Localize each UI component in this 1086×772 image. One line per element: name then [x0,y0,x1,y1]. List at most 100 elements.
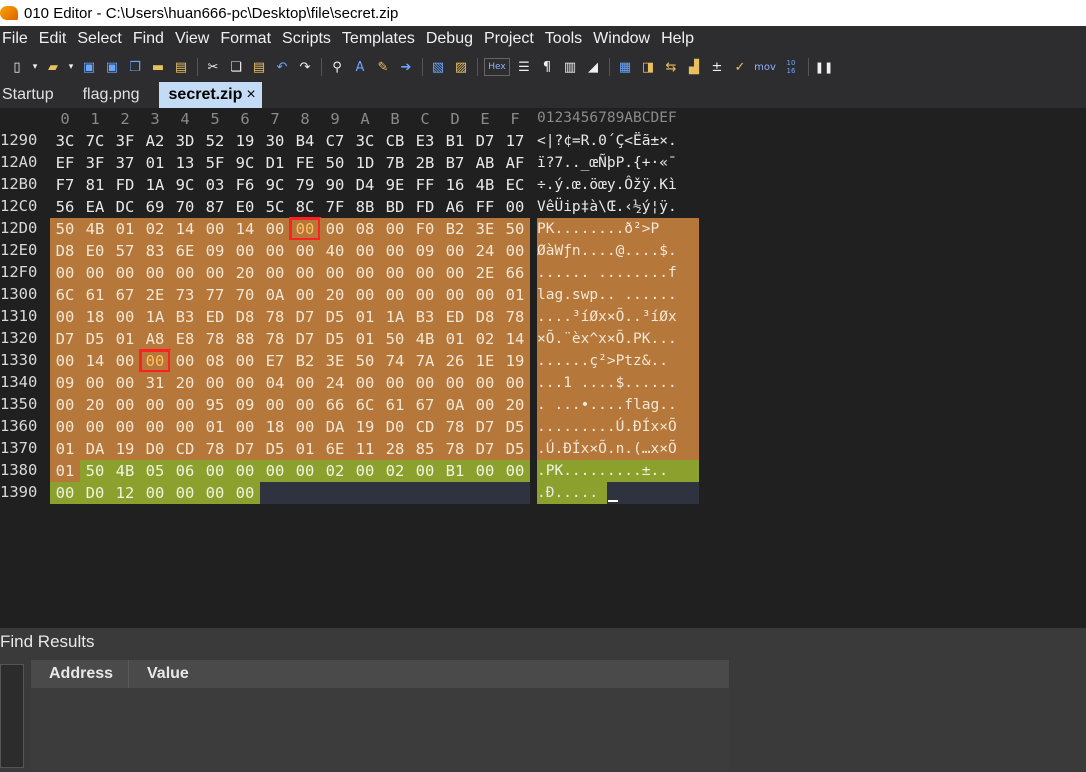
hex-byte[interactable]: D5 [320,306,350,328]
hex-byte[interactable]: 00 [320,262,350,284]
hex-byte[interactable]: 00 [50,350,80,372]
pause-icon[interactable]: ❚❚ [815,58,833,76]
hex-mode-icon[interactable]: Hex [484,58,510,76]
hex-byte[interactable]: E0 [230,196,260,218]
hex-byte[interactable]: D7 [230,438,260,460]
hex-byte[interactable]: 87 [200,196,230,218]
hex-byte[interactable]: 04 [260,372,290,394]
checksum-icon[interactable]: ± [708,58,726,76]
hex-byte[interactable]: 19 [110,438,140,460]
hex-byte[interactable]: 67 [110,284,140,306]
ascii-text[interactable]: ØàWƒn....@....$. [537,240,699,262]
hex-byte[interactable]: 19 [500,350,530,372]
hex-byte[interactable]: 08 [350,218,380,240]
ascii-text[interactable]: . ...•....flag.. [537,394,699,416]
hex-byte[interactable]: D7 [290,328,320,350]
base-convert-icon[interactable]: 10 16 [781,58,801,76]
hex-byte[interactable]: 56 [50,196,80,218]
hex-byte[interactable]: D7 [50,328,80,350]
hex-byte[interactable]: 00 [110,262,140,284]
goto-icon[interactable]: ➔ [397,58,415,76]
hex-byte[interactable]: 83 [140,240,170,262]
hex-byte[interactable]: 14 [80,350,110,372]
hex-byte[interactable]: 7C [80,130,110,152]
menu-window[interactable]: Window [591,30,657,48]
highlight-icon[interactable]: ◢ [584,58,602,76]
hex-byte[interactable]: 4B [410,328,440,350]
hex-byte[interactable]: 50 [380,328,410,350]
hex-byte[interactable]: 00 [290,394,320,416]
hex-byte[interactable]: 13 [170,152,200,174]
hex-byte[interactable]: ED [200,306,230,328]
hex-byte[interactable]: 01 [350,328,380,350]
hex-byte[interactable]: 00 [50,416,80,438]
hex-byte[interactable] [500,482,530,504]
hex-byte[interactable]: 1A [140,306,170,328]
hex-byte[interactable]: D5 [500,438,530,460]
menu-help[interactable]: Help [659,30,701,48]
menu-format[interactable]: Format [218,30,278,48]
new-file-icon[interactable]: ▯ [8,58,26,76]
hex-byte[interactable]: 00 [110,394,140,416]
hex-byte[interactable]: 00 [290,416,320,438]
menu-edit[interactable]: Edit [37,30,74,48]
hex-byte[interactable]: 00 [290,460,320,482]
hex-byte[interactable]: 8C [290,196,320,218]
swap-icon[interactable]: ⇆ [662,58,680,76]
hex-byte[interactable]: 90 [320,174,350,196]
hex-byte[interactable]: D1 [260,152,290,174]
ascii-text[interactable]: ...... ........f [537,262,699,284]
hex-byte[interactable]: 00 [380,240,410,262]
tab-secret-zip[interactable]: secret.zip × [158,82,262,108]
menu-file[interactable]: File [0,30,35,48]
hex-byte[interactable]: 00 [200,262,230,284]
hex-byte[interactable]: 14 [230,218,260,240]
hex-byte[interactable]: F6 [230,174,260,196]
hex-byte[interactable]: D5 [260,438,290,460]
hex-byte[interactable]: 18 [80,306,110,328]
hex-byte[interactable]: FF [470,196,500,218]
hex-byte[interactable]: 00 [350,262,380,284]
hex-byte[interactable]: 00 [350,240,380,262]
hex-byte[interactable]: 00 [470,372,500,394]
hex-byte[interactable]: 01 [110,218,140,240]
hex-byte[interactable]: 1A [380,306,410,328]
hex-byte[interactable]: 0A [260,284,290,306]
hex-byte[interactable]: 00 [170,350,200,372]
hex-byte[interactable]: 00 [50,482,80,504]
hex-byte[interactable]: 00 [140,262,170,284]
hex-byte[interactable]: 19 [230,130,260,152]
hex-byte[interactable]: 00 [140,482,170,504]
hex-byte[interactable]: 00 [110,416,140,438]
text-mode-icon[interactable]: ☰ [515,58,533,76]
hex-byte[interactable]: E0 [80,240,110,262]
hex-byte[interactable]: 12 [110,482,140,504]
paragraph-icon[interactable]: ¶ [538,58,556,76]
hex-byte[interactable]: FE [290,152,320,174]
hex-byte[interactable]: 1D [350,152,380,174]
menu-find[interactable]: Find [131,30,171,48]
hex-byte[interactable]: 00 [170,262,200,284]
ascii-text[interactable]: .PK.........±.. [537,460,699,482]
menu-view[interactable]: View [173,30,216,48]
hex-byte[interactable] [410,482,440,504]
hex-byte[interactable]: 88 [230,328,260,350]
hex-byte[interactable]: 00 [200,372,230,394]
open-icon[interactable]: ▰ [44,58,62,76]
hex-byte[interactable]: 00 [230,460,260,482]
hex-byte[interactable]: AF [500,152,530,174]
hex-byte[interactable]: 7F [320,196,350,218]
hex-byte[interactable]: CD [170,438,200,460]
hex-byte[interactable]: 00 [380,284,410,306]
hex-byte[interactable]: 81 [80,174,110,196]
hex-byte[interactable]: 3E [470,218,500,240]
ascii-text[interactable]: ÷.ý.œ.öœy.Ôžÿ.Kì [537,174,699,196]
hex-byte[interactable]: 6E [170,240,200,262]
hex-byte[interactable]: 00 [410,262,440,284]
hex-byte[interactable]: 00 [500,372,530,394]
hex-byte[interactable]: 1A [140,174,170,196]
copy-files-icon[interactable]: ❐ [126,58,144,76]
hex-byte[interactable]: 67 [410,394,440,416]
hex-byte[interactable]: 9C [260,174,290,196]
hex-byte[interactable]: 00 [470,394,500,416]
